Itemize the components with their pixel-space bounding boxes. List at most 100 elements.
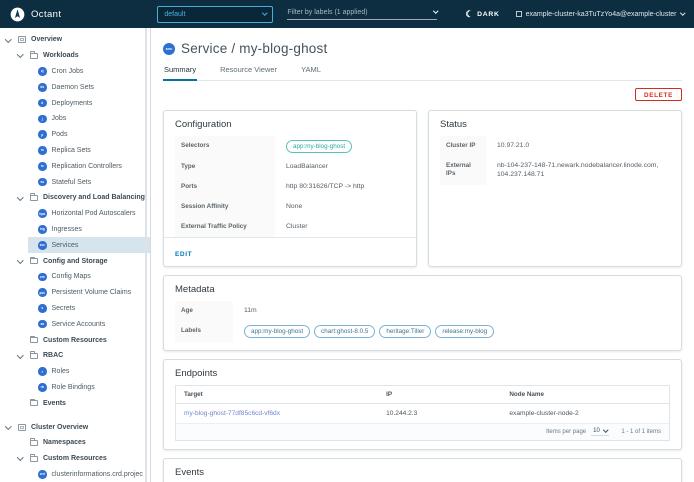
sidebar-item-custom-resources[interactable]: Custom Resources — [0, 332, 150, 348]
caret-down-icon[interactable] — [6, 39, 18, 42]
caret-down-icon[interactable] — [18, 355, 30, 358]
row-label: Session Affinity — [175, 197, 275, 217]
top-bar: Octant default Filter by labels (1 appli… — [0, 0, 694, 28]
sidebar-item-label: Service Accounts — [52, 321, 106, 328]
sidebar-item-label: Discovery and Load Balancing — [43, 194, 145, 201]
sidebar-item-config-maps[interactable]: cmConfig Maps — [0, 269, 150, 285]
sidebar-item-label: Overview — [31, 36, 62, 43]
sidebar-item-secrets[interactable]: sSecrets — [0, 301, 150, 317]
label-badge[interactable]: heritage:Tiller — [379, 325, 431, 338]
table-row: my-blog-ghost-77df85c6cd-vf6dx10.244.2.3… — [176, 403, 669, 423]
sidebar-item-daemon-sets[interactable]: dsDaemon Sets — [0, 79, 150, 95]
jobs-icon: j — [38, 115, 47, 124]
sidebar-item-label: Config Maps — [52, 273, 91, 280]
sidebar-item-workloads[interactable]: Workloads — [0, 48, 150, 64]
chevron-down-icon — [433, 9, 438, 14]
configuration-title: Configuration — [175, 119, 405, 130]
configuration-card: Configuration Selectorsapp:my-blog-ghost… — [163, 110, 417, 267]
sidebar-item-label: Stateful Sets — [52, 179, 92, 186]
caret-down-icon[interactable] — [18, 197, 30, 200]
row-label: External IPs — [440, 156, 486, 184]
sidebar-item-jobs[interactable]: jJobs — [0, 111, 150, 127]
theme-toggle[interactable]: ☾ DARK — [465, 10, 499, 19]
pods-icon: p — [38, 130, 47, 139]
caret-down-icon[interactable] — [18, 260, 30, 263]
row-label: Age — [175, 301, 233, 321]
namespace-dropdown[interactable]: default — [157, 6, 273, 23]
sidebar-item-rbac[interactable]: RBAC — [0, 348, 150, 364]
row-value: nb-104-237-148-71.newark.nodebalancer.li… — [486, 156, 670, 184]
sidebar-item-custom-resources[interactable]: Custom Resources — [0, 451, 150, 467]
sidebar-item-deployments[interactable]: dDeployments — [0, 95, 150, 111]
caret-down-icon[interactable] — [18, 54, 30, 57]
sidebar-item-services[interactable]: svcServices — [28, 237, 150, 253]
summary-row: Age11m — [175, 301, 670, 321]
sidebar-item-discovery-and-load-balancing[interactable]: Discovery and Load Balancing — [0, 190, 150, 206]
selector-badge[interactable]: app:my-blog-ghost — [286, 140, 352, 153]
tab-resource-viewer[interactable]: Resource Viewer — [219, 65, 278, 80]
metadata-rows: Age11mLabelsapp:my-blog-ghostchart:ghost… — [175, 301, 670, 342]
table-cell: 10.244.2.3 — [378, 403, 501, 423]
column-header-ip: IP — [378, 386, 501, 404]
sidebar-item-stateful-sets[interactable]: ssStateful Sets — [0, 174, 150, 190]
sidebar-item-label: Events — [43, 400, 66, 407]
folder-icon — [30, 400, 38, 406]
sidebar-item-label: Ingresses — [52, 226, 82, 233]
row-value: app:my-blog-ghost — [275, 136, 405, 157]
endpoint-target-link[interactable]: my-blog-ghost-77df85c6cd-vf6dx — [176, 403, 378, 423]
context-selector[interactable]: example-cluster-ka3TuTzYo4a@example-clus… — [516, 11, 684, 18]
sidebar-item-label: Custom Resources — [43, 337, 107, 344]
row-label: Ports — [175, 177, 275, 197]
replication-controllers-icon: rc — [38, 162, 47, 171]
row-value: http 80:31626/TCP -> http — [275, 177, 405, 197]
edit-link[interactable]: EDIT — [175, 251, 192, 258]
sidebar-item-ingresses[interactable]: ingIngresses — [0, 222, 150, 238]
sidebar-item-label: Replica Sets — [52, 147, 91, 154]
sidebar-item-clusterinformations-crd-projec[interactable]: crdclusterinformations.crd.projec — [0, 467, 150, 482]
sidebar-item-replication-controllers[interactable]: rcReplication Controllers — [0, 158, 150, 174]
sidebar-item-cron-jobs[interactable]: cjCron Jobs — [0, 64, 150, 80]
summary-row: External Traffic PolicyCluster — [175, 217, 405, 237]
sidebar-item-label: Deployments — [52, 100, 93, 107]
app-title: Octant — [31, 9, 61, 20]
sidebar-item-horizontal-pod-autoscalers[interactable]: hpa Horizontal Pod Autoscalers — [0, 206, 150, 222]
sidebar-item-persistent-volume-claims[interactable]: pvcPersistent Volume Claims — [0, 285, 150, 301]
tab-yaml[interactable]: YAML — [300, 65, 322, 80]
octant-logo-icon — [10, 7, 25, 22]
sidebar-item-config-and-storage[interactable]: Config and Storage — [0, 253, 150, 269]
caret-down-icon[interactable] — [18, 457, 30, 460]
label-badge[interactable]: release:my-blog — [435, 325, 494, 338]
delete-button[interactable]: DELETE — [635, 88, 682, 101]
replica-sets-icon: rs — [38, 146, 47, 155]
horizontal-pod-autoscalers-icon: hpa — [38, 209, 47, 218]
status-title: Status — [440, 119, 670, 130]
sidebar-item-roles[interactable]: rRoles — [0, 364, 150, 380]
context-label: example-cluster-ka3TuTzYo4a@example-clus… — [526, 11, 677, 18]
items-per-page-label: Items per page — [546, 429, 586, 435]
summary-row: Cluster IP10.97.21.0 — [440, 136, 670, 156]
sidebar-item-label: Secrets — [52, 305, 76, 312]
sidebar-item-label: Horizontal Pod Autoscalers — [52, 210, 136, 217]
sidebar-item-replica-sets[interactable]: rs Replica Sets — [0, 143, 150, 159]
label-badge[interactable]: app:my-blog-ghost — [244, 325, 310, 338]
row-label: Cluster IP — [440, 136, 486, 156]
sidebar-item-label: Namespaces — [43, 439, 86, 446]
caret-down-icon[interactable] — [6, 426, 18, 429]
sidebar-item-overview[interactable]: Overview — [0, 32, 150, 48]
sidebar-item-label: Workloads — [43, 52, 79, 59]
sidebar-item-namespaces[interactable]: Namespaces — [0, 435, 150, 451]
label-filter-input[interactable]: Filter by labels (1 applied) — [287, 9, 437, 20]
sidebar-item-service-accounts[interactable]: saService Accounts — [0, 316, 150, 332]
column-header-node-name: Node Name — [501, 386, 669, 404]
items-per-page-select[interactable]: 10 — [591, 428, 609, 436]
label-badge[interactable]: chart:ghost-8.0.5 — [314, 325, 375, 338]
sidebar-item-label: Services — [52, 242, 79, 249]
sidebar-item-role-bindings[interactable]: rbRole Bindings — [0, 380, 150, 396]
roles-icon: r — [38, 367, 47, 376]
sidebar-item-events[interactable]: Events — [0, 395, 150, 411]
tab-summary[interactable]: Summary — [163, 65, 197, 81]
chevron-down-icon — [262, 11, 267, 16]
service-icon: svc — [163, 43, 175, 55]
sidebar-item-pods[interactable]: pPods — [0, 127, 150, 143]
sidebar-item-cluster-overview[interactable]: Cluster Overview — [0, 419, 150, 435]
